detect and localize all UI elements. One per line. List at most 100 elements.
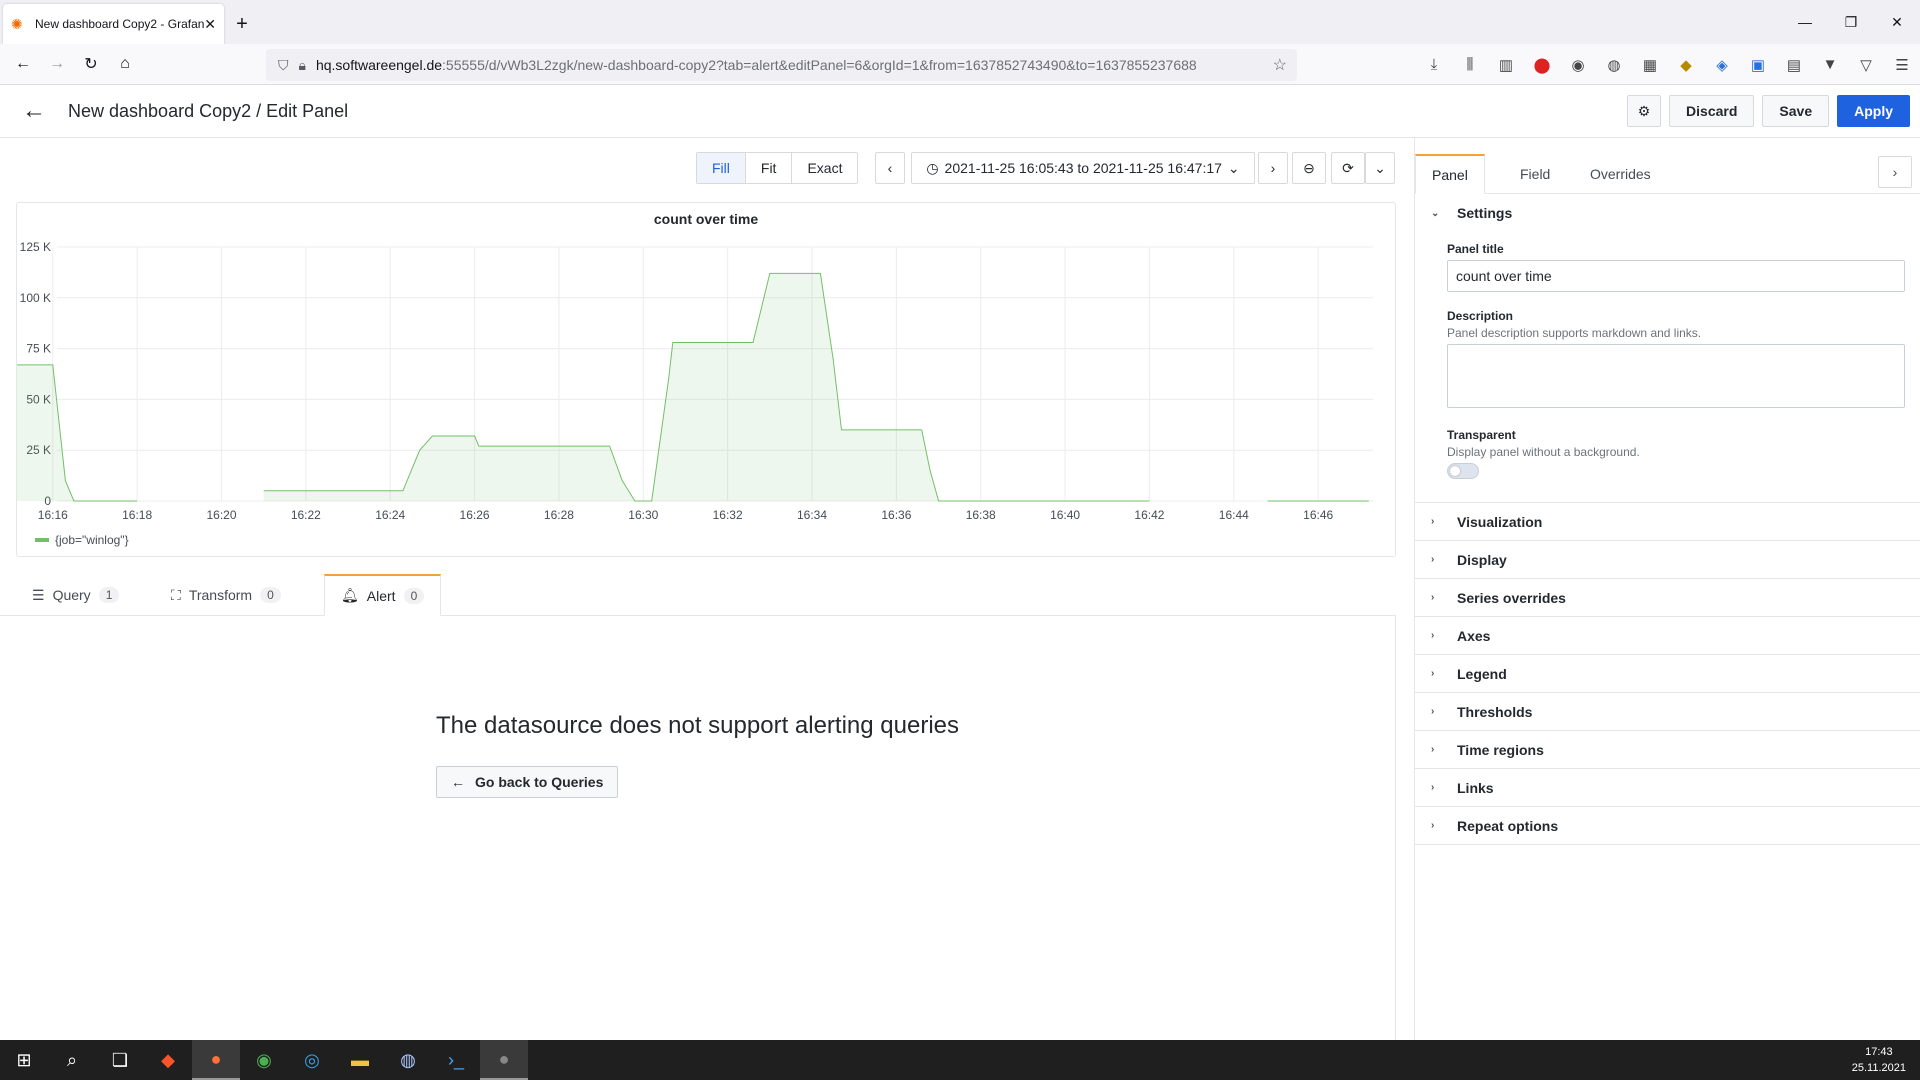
fill-button[interactable]: Fill [697, 153, 746, 183]
section-legend[interactable]: › Legend [1415, 655, 1920, 693]
extension-icon[interactable]: ▼ [1812, 56, 1848, 73]
zoom-out-icon: ⊖ [1303, 159, 1315, 176]
legend-item[interactable]: {job="winlog"} [35, 533, 129, 547]
os-taskbar: ⊞ ⌕ ❏ ◆ ● ◉ ◎ ▬ ◍ ›_ ● 17:43 25.11.2021 [0, 1040, 1920, 1080]
sidebar-icon[interactable]: ▥ [1488, 56, 1524, 74]
new-tab-icon[interactable]: + [224, 4, 260, 44]
adblock-icon[interactable]: ⬤ [1524, 56, 1560, 74]
editor-tabs: ☰ Query 1 ⛶ Transform 0 🔔︎ Alert 0 [0, 574, 1396, 616]
panel-title-label: Panel title [1447, 242, 1504, 256]
panel-title-input[interactable]: count over time [1447, 260, 1905, 292]
chevron-right-icon: › [1431, 630, 1435, 641]
file-explorer-icon[interactable]: ▬ [336, 1040, 384, 1080]
extension-icon[interactable]: ◆ [1668, 56, 1704, 74]
x-tick-label: 16:30 [628, 508, 658, 522]
tab-query[interactable]: ☰ Query 1 [32, 574, 120, 616]
settings-section-header[interactable]: ⌄ Settings [1415, 194, 1920, 232]
tab-alert[interactable]: 🔔︎ Alert 0 [324, 574, 442, 616]
back-icon[interactable]: ← [6, 48, 40, 80]
series-area [263, 273, 1150, 501]
powershell-icon[interactable]: ›_ [432, 1040, 480, 1080]
section-repeat-options[interactable]: › Repeat options [1415, 807, 1920, 845]
go-back-to-queries-button[interactable]: ← Go back to Queries [436, 766, 619, 798]
library-icon[interactable]: ⫼ [1452, 56, 1488, 73]
apply-button[interactable]: Apply [1837, 95, 1910, 127]
extension-icon[interactable]: ◍ [1596, 56, 1632, 74]
section-label: Display [1457, 551, 1507, 568]
section-label: Visualization [1457, 513, 1543, 530]
section-series-overrides[interactable]: › Series overrides [1415, 579, 1920, 617]
search-icon[interactable]: ⌕ [48, 1040, 96, 1080]
restore-icon[interactable]: ❐ [1828, 0, 1874, 44]
edge-icon[interactable]: ◎ [288, 1040, 336, 1080]
close-tab-icon[interactable]: ✕ [204, 16, 216, 33]
gear-icon: ⚙ [1637, 102, 1651, 119]
reader-icon[interactable]: ▤ [1776, 56, 1812, 74]
section-thresholds[interactable]: › Thresholds [1415, 693, 1920, 731]
graph-chart[interactable]: 025 K50 K75 K100 K125 K16:0616:0816:1016… [17, 203, 1397, 528]
discard-button[interactable]: Discard [1669, 95, 1755, 127]
save-button[interactable]: Save [1762, 95, 1830, 127]
legend-label: {job="winlog"} [55, 533, 129, 547]
settings-gear-button[interactable]: ⚙ [1627, 95, 1662, 127]
forward-icon[interactable]: → [40, 48, 74, 80]
back-arrow-icon[interactable]: ← [0, 97, 68, 125]
zoom-out-button[interactable]: ⊖ [1292, 152, 1326, 184]
home-icon[interactable]: ⌂ [108, 48, 142, 80]
tab-transform[interactable]: ⛶ Transform 0 [171, 574, 281, 616]
description-textarea[interactable] [1447, 344, 1905, 408]
tab-field[interactable]: Field [1520, 154, 1550, 194]
browser-tab[interactable]: ✺ New dashboard Copy2 - Grafana ✕ [3, 4, 224, 44]
section-label: Settings [1457, 205, 1513, 221]
windows-start-icon[interactable]: ⊞ [0, 1040, 48, 1080]
time-back-button[interactable]: ‹ [875, 152, 905, 184]
extension-icon[interactable]: ▽ [1848, 56, 1884, 74]
extension-icon[interactable]: ◉ [1560, 56, 1596, 74]
tab-overrides[interactable]: Overrides [1590, 154, 1651, 194]
exact-button[interactable]: Exact [792, 153, 857, 183]
section-display[interactable]: › Display [1415, 541, 1920, 579]
shield-icon[interactable]: ⛉ [278, 57, 289, 74]
extension-icon[interactable]: ▣ [1740, 56, 1776, 74]
task-view-icon[interactable]: ❏ [96, 1040, 144, 1080]
download-icon[interactable]: ⤓ [1416, 56, 1452, 73]
chevron-right-icon: › [1431, 668, 1435, 679]
minimize-icon[interactable]: — [1782, 0, 1828, 44]
chevron-right-icon: › [1431, 744, 1435, 755]
system-clock[interactable]: 17:43 25.11.2021 [1852, 1044, 1906, 1076]
time-range-picker[interactable]: ◷ 2021-11-25 16:05:43 to 2021-11-25 16:4… [911, 152, 1255, 184]
bookmark-star-icon[interactable]: ☆ [1273, 55, 1287, 75]
section-label: Repeat options [1457, 817, 1559, 834]
firefox-icon[interactable]: ● [192, 1040, 240, 1080]
lock-icon[interactable]: 🔒︎ [299, 57, 306, 74]
chrome-icon[interactable]: ◉ [240, 1040, 288, 1080]
section-visualization[interactable]: › Visualization [1415, 503, 1920, 541]
section-label: Axes [1457, 627, 1491, 644]
qr-icon[interactable]: ▦ [1632, 56, 1668, 74]
x-tick-label: 16:26 [460, 508, 490, 522]
fit-button[interactable]: Fit [746, 153, 793, 183]
collapse-pane-button[interactable]: › [1878, 156, 1912, 188]
refresh-button[interactable]: ⟳ [1331, 152, 1365, 184]
close-window-icon[interactable]: ✕ [1874, 0, 1920, 44]
chevron-left-icon: ‹ [887, 160, 893, 176]
reload-icon[interactable]: ↻ [74, 48, 108, 80]
chevron-right-icon: › [1431, 554, 1435, 565]
section-time-regions[interactable]: › Time regions [1415, 731, 1920, 769]
series-area [17, 364, 138, 501]
transparent-label: Transparent [1447, 428, 1516, 442]
menu-icon[interactable]: ☰ [1884, 56, 1920, 74]
section-links[interactable]: › Links [1415, 769, 1920, 807]
time-forward-button[interactable]: › [1258, 152, 1288, 184]
tab-panel[interactable]: Panel [1415, 154, 1485, 194]
refresh-interval-dropdown[interactable]: ⌄ [1365, 152, 1395, 184]
extension-toolbar: ⤓ ⫼ ▥ ⬤ ◉ ◍ ▦ ◆ ◈ ▣ ▤ ▼ ▽ ☰ [1416, 44, 1920, 85]
url-bar[interactable]: ⛉ 🔒︎ hq.softwareengel.de:55555/d/vWb3L2z… [266, 49, 1297, 81]
transparent-toggle[interactable] [1447, 463, 1479, 479]
section-axes[interactable]: › Axes [1415, 617, 1920, 655]
extension-icon[interactable]: ◈ [1704, 56, 1740, 74]
app-icon[interactable]: ◍ [384, 1040, 432, 1080]
brave-browser-icon[interactable]: ◆ [144, 1040, 192, 1080]
app-icon[interactable]: ● [480, 1040, 528, 1080]
options-pane: Panel Field Overrides › ⌄ Settings Panel… [1414, 138, 1920, 1040]
